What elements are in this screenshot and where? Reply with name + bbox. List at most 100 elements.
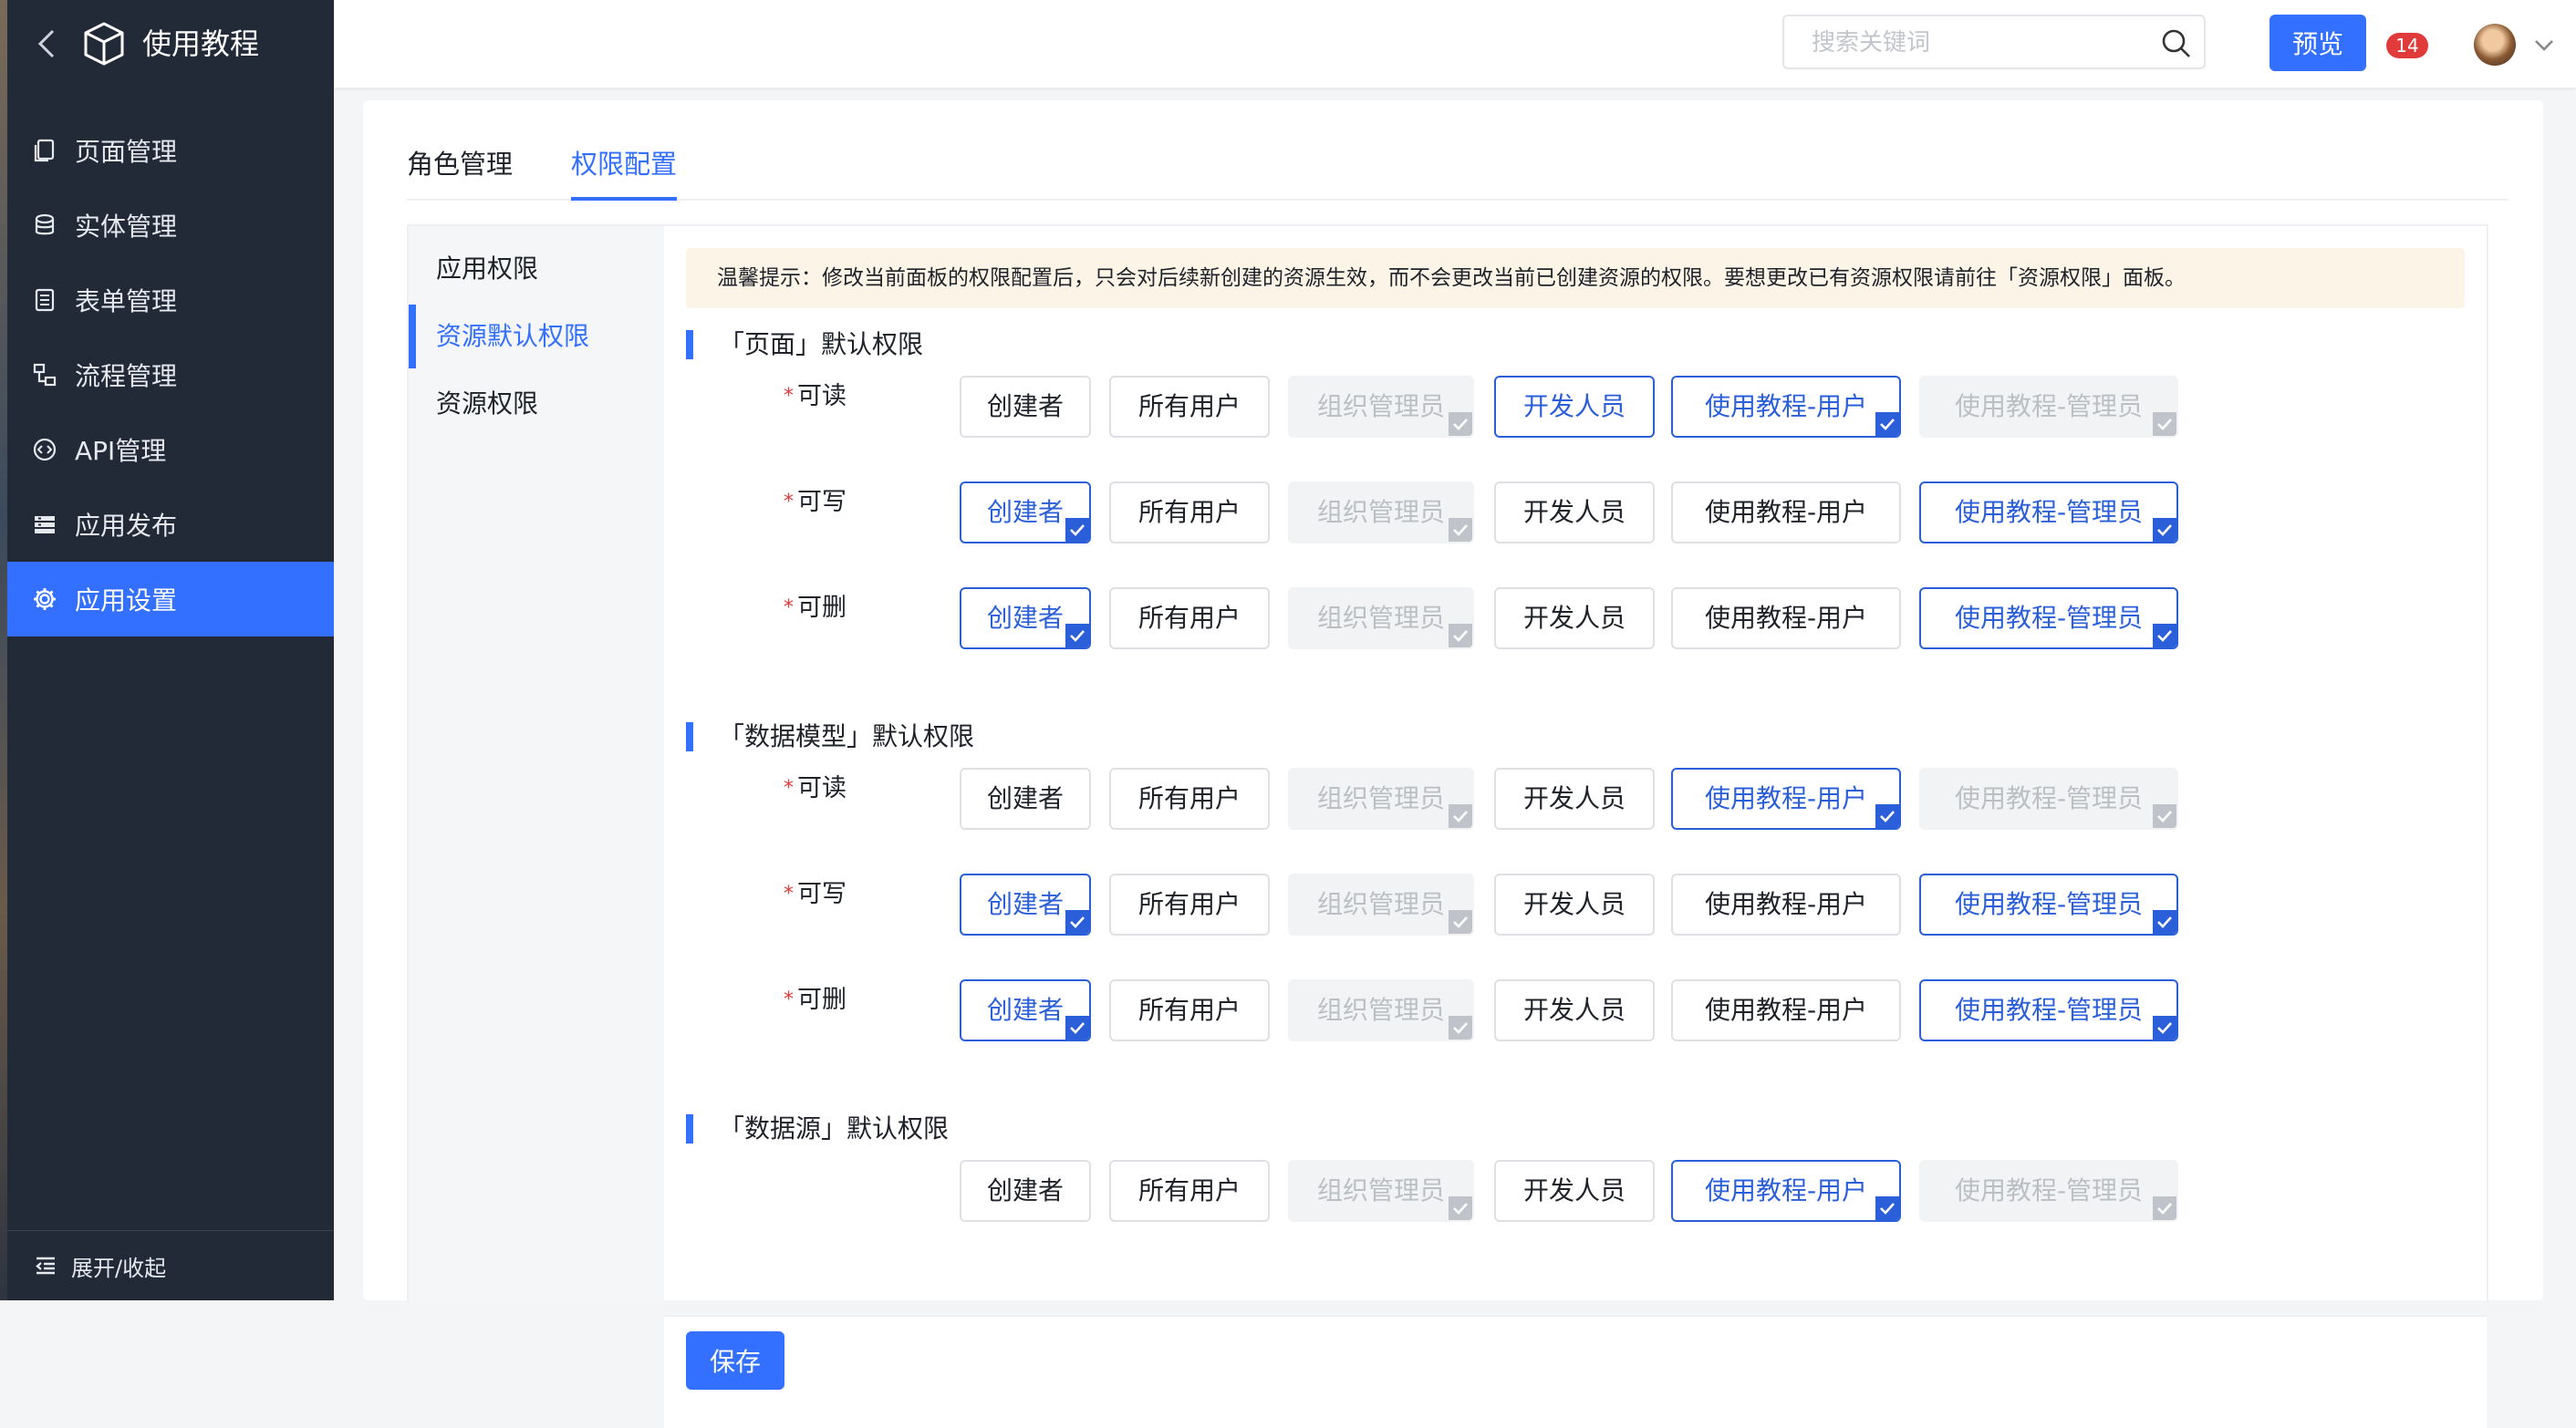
permission-option-label: 开发人员 [1522, 889, 1626, 919]
permission-label: * 可写 [746, 874, 847, 916]
permission-option[interactable]: 创建者 [960, 979, 1091, 1041]
permission-option[interactable]: 创建者 [960, 1160, 1091, 1222]
permission-option-label: 使用教程-管理员 [1954, 889, 2144, 919]
subnav-app-permission[interactable]: 应用权限 [409, 235, 664, 303]
permission-option[interactable]: 创建者 [960, 874, 1091, 936]
permission-option[interactable]: 所有用户 [1109, 874, 1270, 936]
chevron-down-icon[interactable] [2532, 33, 2556, 57]
permission-option-label: 使用教程-管理员 [1954, 995, 2144, 1025]
permission-option[interactable]: 开发人员 [1494, 979, 1655, 1041]
permission-option-label: 所有用户 [1137, 497, 1241, 527]
permission-option[interactable]: 开发人员 [1494, 481, 1655, 543]
permission-option[interactable]: 使用教程-管理员 [1919, 587, 2178, 649]
sidebar-item-label: API管理 [75, 436, 167, 466]
permission-option-label: 开发人员 [1522, 603, 1626, 633]
sidebar-item-page[interactable]: 页面管理 [7, 113, 334, 188]
permission-option: 使用教程-管理员 [1919, 1160, 2178, 1222]
permission-option-label: 创建者 [986, 391, 1064, 421]
permission-option[interactable]: 所有用户 [1109, 979, 1270, 1041]
permission-option[interactable]: 创建者 [960, 768, 1091, 830]
permission-option: 组织管理员 [1288, 1160, 1474, 1222]
flow-icon [31, 361, 58, 388]
gear-icon [31, 585, 58, 613]
permission-option[interactable]: 创建者 [960, 587, 1091, 649]
permission-option[interactable]: 开发人员 [1494, 768, 1655, 830]
permission-option[interactable]: 所有用户 [1109, 1160, 1270, 1222]
permission-option[interactable]: 使用教程-管理员 [1919, 481, 2178, 543]
permission-option: 组织管理员 [1288, 376, 1474, 438]
sidebar-item-gear[interactable]: 应用设置 [7, 562, 334, 636]
permission-option-label: 使用教程-用户 [1704, 391, 1868, 421]
preview-button[interactable]: 预览 [2270, 15, 2366, 71]
tab-permission-config[interactable]: 权限配置 [571, 137, 678, 201]
permission-option: 组织管理员 [1288, 481, 1474, 543]
permission-option[interactable]: 使用教程-用户 [1671, 481, 1901, 543]
permission-option[interactable]: 开发人员 [1494, 376, 1655, 438]
search-input[interactable] [1810, 24, 2160, 62]
permission-option[interactable]: 创建者 [960, 376, 1091, 438]
permission-label-text: 可写 [797, 880, 847, 908]
permission-option-label: 使用教程-管理员 [1954, 497, 2144, 527]
avatar[interactable] [2474, 24, 2516, 66]
permission-option[interactable]: 使用教程-用户 [1671, 587, 1901, 649]
check-icon [2153, 518, 2176, 542]
permission-option-label: 开发人员 [1522, 497, 1626, 527]
back-arrow-icon[interactable] [29, 26, 66, 62]
permission-option-label: 创建者 [986, 1175, 1064, 1206]
permission-option[interactable]: 使用教程-用户 [1671, 768, 1901, 830]
permission-option-label: 组织管理员 [1316, 603, 1445, 633]
permission-option-label: 组织管理员 [1316, 1175, 1445, 1206]
permission-label-text: 可删 [797, 594, 847, 622]
required-mark: * [784, 883, 794, 905]
permission-option-label: 组织管理员 [1316, 783, 1445, 813]
permission-panel: 应用权限 资源默认权限 资源权限 温馨提示：修改当前面板的权限配置后，只会对后续… [407, 224, 2488, 1428]
tab-role-management[interactable]: 角色管理 [407, 137, 513, 197]
check-icon [1875, 1196, 1899, 1220]
permission-option[interactable]: 所有用户 [1109, 376, 1270, 438]
collapse-toggle[interactable]: 展开/收起 [7, 1230, 334, 1300]
permission-option[interactable]: 使用教程-用户 [1671, 376, 1901, 438]
permission-option[interactable]: 使用教程-用户 [1671, 874, 1901, 936]
permission-option-label: 开发人员 [1522, 783, 1626, 813]
search-icon[interactable] [2160, 27, 2193, 60]
permission-option[interactable]: 使用教程-用户 [1671, 1160, 1901, 1222]
permission-option-label: 开发人员 [1522, 995, 1626, 1025]
permission-option[interactable]: 使用教程-管理员 [1919, 874, 2178, 936]
page-icon [31, 137, 58, 164]
sidebar-item-publish[interactable]: 应用发布 [7, 487, 334, 562]
check-icon [1065, 518, 1089, 542]
sidebar-item-form[interactable]: 表单管理 [7, 263, 334, 337]
sidebar: 使用教程 页面管理 实体管理 表单管理 流程管理 API管理 应用发布 应用设置 展开/收起 [7, 0, 334, 1300]
save-button[interactable]: 保存 [686, 1331, 784, 1390]
permission-option[interactable]: 使用教程-管理员 [1919, 979, 2178, 1041]
check-icon [1449, 804, 1472, 828]
api-icon [31, 436, 58, 463]
permission-label: * 可写 [746, 481, 847, 523]
permission-option[interactable]: 所有用户 [1109, 587, 1270, 649]
check-icon [2153, 910, 2176, 934]
check-icon [2153, 624, 2176, 647]
permission-option-label: 使用教程-管理员 [1954, 391, 2144, 421]
permission-option: 组织管理员 [1288, 874, 1474, 936]
permission-option[interactable]: 开发人员 [1494, 1160, 1655, 1222]
subnav-default-resource-permission[interactable]: 资源默认权限 [409, 303, 664, 370]
permission-option-label: 所有用户 [1137, 391, 1241, 421]
sidebar-item-database[interactable]: 实体管理 [7, 188, 334, 263]
permission-option-label: 使用教程-管理员 [1954, 1175, 2144, 1206]
permission-option[interactable]: 开发人员 [1494, 587, 1655, 649]
section-title: 「数据源」默认权限 [686, 1112, 949, 1145]
permission-option[interactable]: 使用教程-用户 [1671, 979, 1901, 1041]
permission-option[interactable]: 所有用户 [1109, 768, 1270, 830]
sidebar-item-api[interactable]: API管理 [7, 412, 334, 487]
notification-badge[interactable]: 14 [2386, 33, 2428, 58]
permission-option[interactable]: 创建者 [960, 481, 1091, 543]
required-mark: * [784, 385, 794, 408]
permission-option[interactable]: 所有用户 [1109, 481, 1270, 543]
sidebar-item-flow[interactable]: 流程管理 [7, 337, 334, 412]
permission-label-text: 可读 [797, 774, 847, 802]
collapse-label: 展开/收起 [71, 1255, 167, 1281]
required-mark: * [784, 596, 794, 619]
permission-option[interactable]: 开发人员 [1494, 874, 1655, 936]
subnav-resource-permission[interactable]: 资源权限 [409, 370, 664, 438]
permission-option-label: 使用教程-用户 [1704, 995, 1868, 1025]
